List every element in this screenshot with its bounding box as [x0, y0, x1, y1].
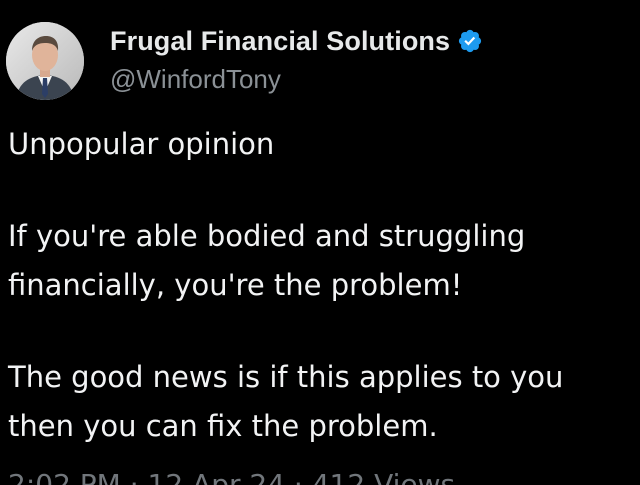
display-name[interactable]: Frugal Financial Solutions	[110, 26, 450, 57]
author-block: Frugal Financial Solutions @WinfordTony	[110, 22, 630, 96]
name-row: Frugal Financial Solutions	[110, 22, 630, 60]
tweet-line: then you can fix the problem.	[8, 409, 438, 443]
tweet-card: Frugal Financial Solutions @WinfordTony …	[0, 0, 640, 485]
tweet-line: The good news is if this applies to you	[8, 360, 564, 394]
tweet-text: Unpopular opinion If you're able bodied …	[8, 120, 638, 451]
tweet-line: Unpopular opinion	[8, 127, 275, 161]
tweet-line: If you're able bodied and struggling	[8, 219, 526, 253]
avatar[interactable]	[6, 22, 84, 100]
profile-photo	[6, 22, 84, 100]
verified-badge-icon	[457, 28, 483, 54]
user-handle[interactable]: @WinfordTony	[110, 62, 630, 96]
tweet-line: financially, you're the problem!	[8, 268, 463, 302]
tweet-timestamp-views[interactable]: 2:02 PM · 12 Apr 24 · 412 Views	[8, 470, 455, 485]
